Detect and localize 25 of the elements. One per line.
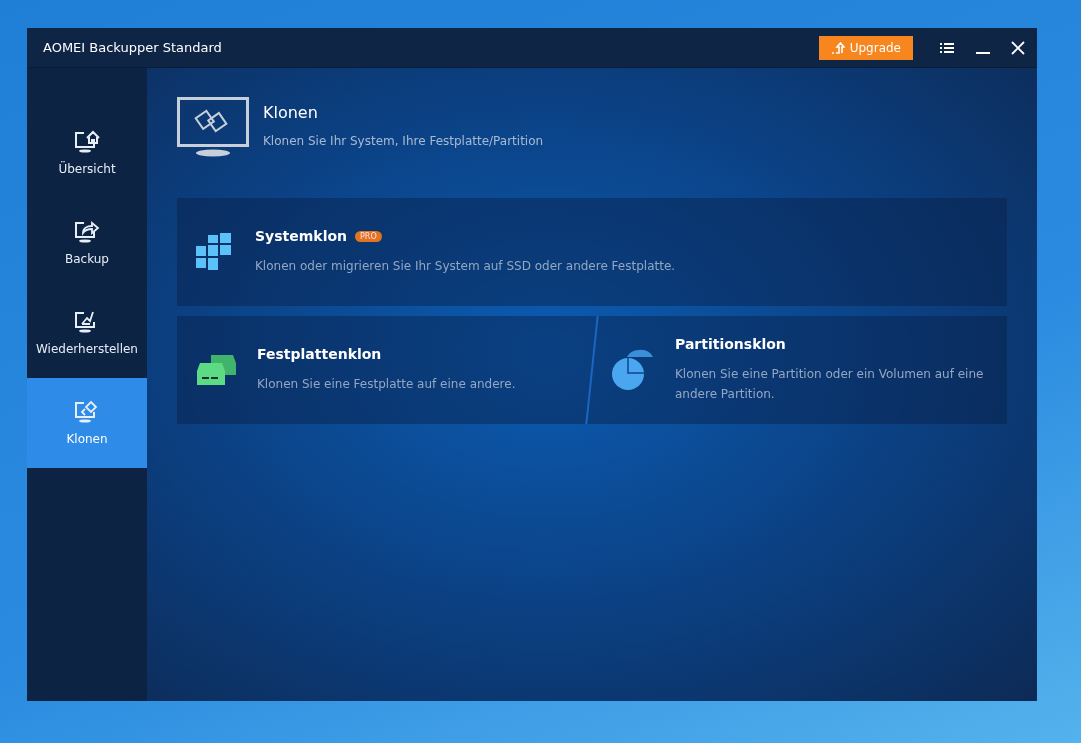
hard-drive-icon: [195, 353, 237, 387]
pie-chart-icon: [611, 349, 655, 391]
pro-badge: PRO: [355, 230, 382, 242]
option-title: Systemklon: [255, 228, 347, 244]
nav-item[interactable]: Klonen: [27, 378, 147, 468]
option-description: Klonen oder migrieren Sie Ihr System auf SSD oder andere Festplatte.: [255, 258, 676, 275]
option-description: Klonen Sie eine Partition oder ein Volumen auf eine andere Partition.: [675, 366, 985, 403]
menu-icon[interactable]: [939, 40, 955, 55]
monitor-diamond-icon: [74, 400, 100, 424]
page-title: Klonen: [263, 103, 319, 122]
monitor-home-icon: [74, 130, 100, 154]
page-subtitle: Klonen Sie Ihr System, Ihre Festplatte/Partition: [263, 134, 544, 148]
nav-item[interactable]: Wiederherstellen: [27, 288, 147, 378]
window-title: AOMEI Backupper Standard: [43, 40, 222, 55]
monitor-share-icon: [74, 220, 100, 244]
nav-item[interactable]: Backup: [27, 198, 147, 288]
nav-item[interactable]: Übersicht: [27, 108, 147, 198]
upload-arrow-icon: [830, 41, 845, 54]
option-title: Partitionsklon: [675, 336, 786, 352]
monitor-clone-icon: [177, 97, 249, 157]
option-description: Klonen Sie eine Festplatte auf eine andere.: [257, 376, 516, 393]
option-card[interactable]: Festplattenklon Klonen Sie eine Festplatte auf eine andere. Partitionsklon Klonen Sie eine Partition oder ein Volumen auf eine andere Partition.: [177, 316, 1007, 424]
option-card[interactable]: Systemklon PRO Klonen oder migrieren Sie Ihr System auf SSD oder andere Festplatte.: [177, 198, 1007, 306]
option-title: Festplattenklon: [257, 346, 382, 362]
close-icon[interactable]: [1011, 40, 1025, 55]
